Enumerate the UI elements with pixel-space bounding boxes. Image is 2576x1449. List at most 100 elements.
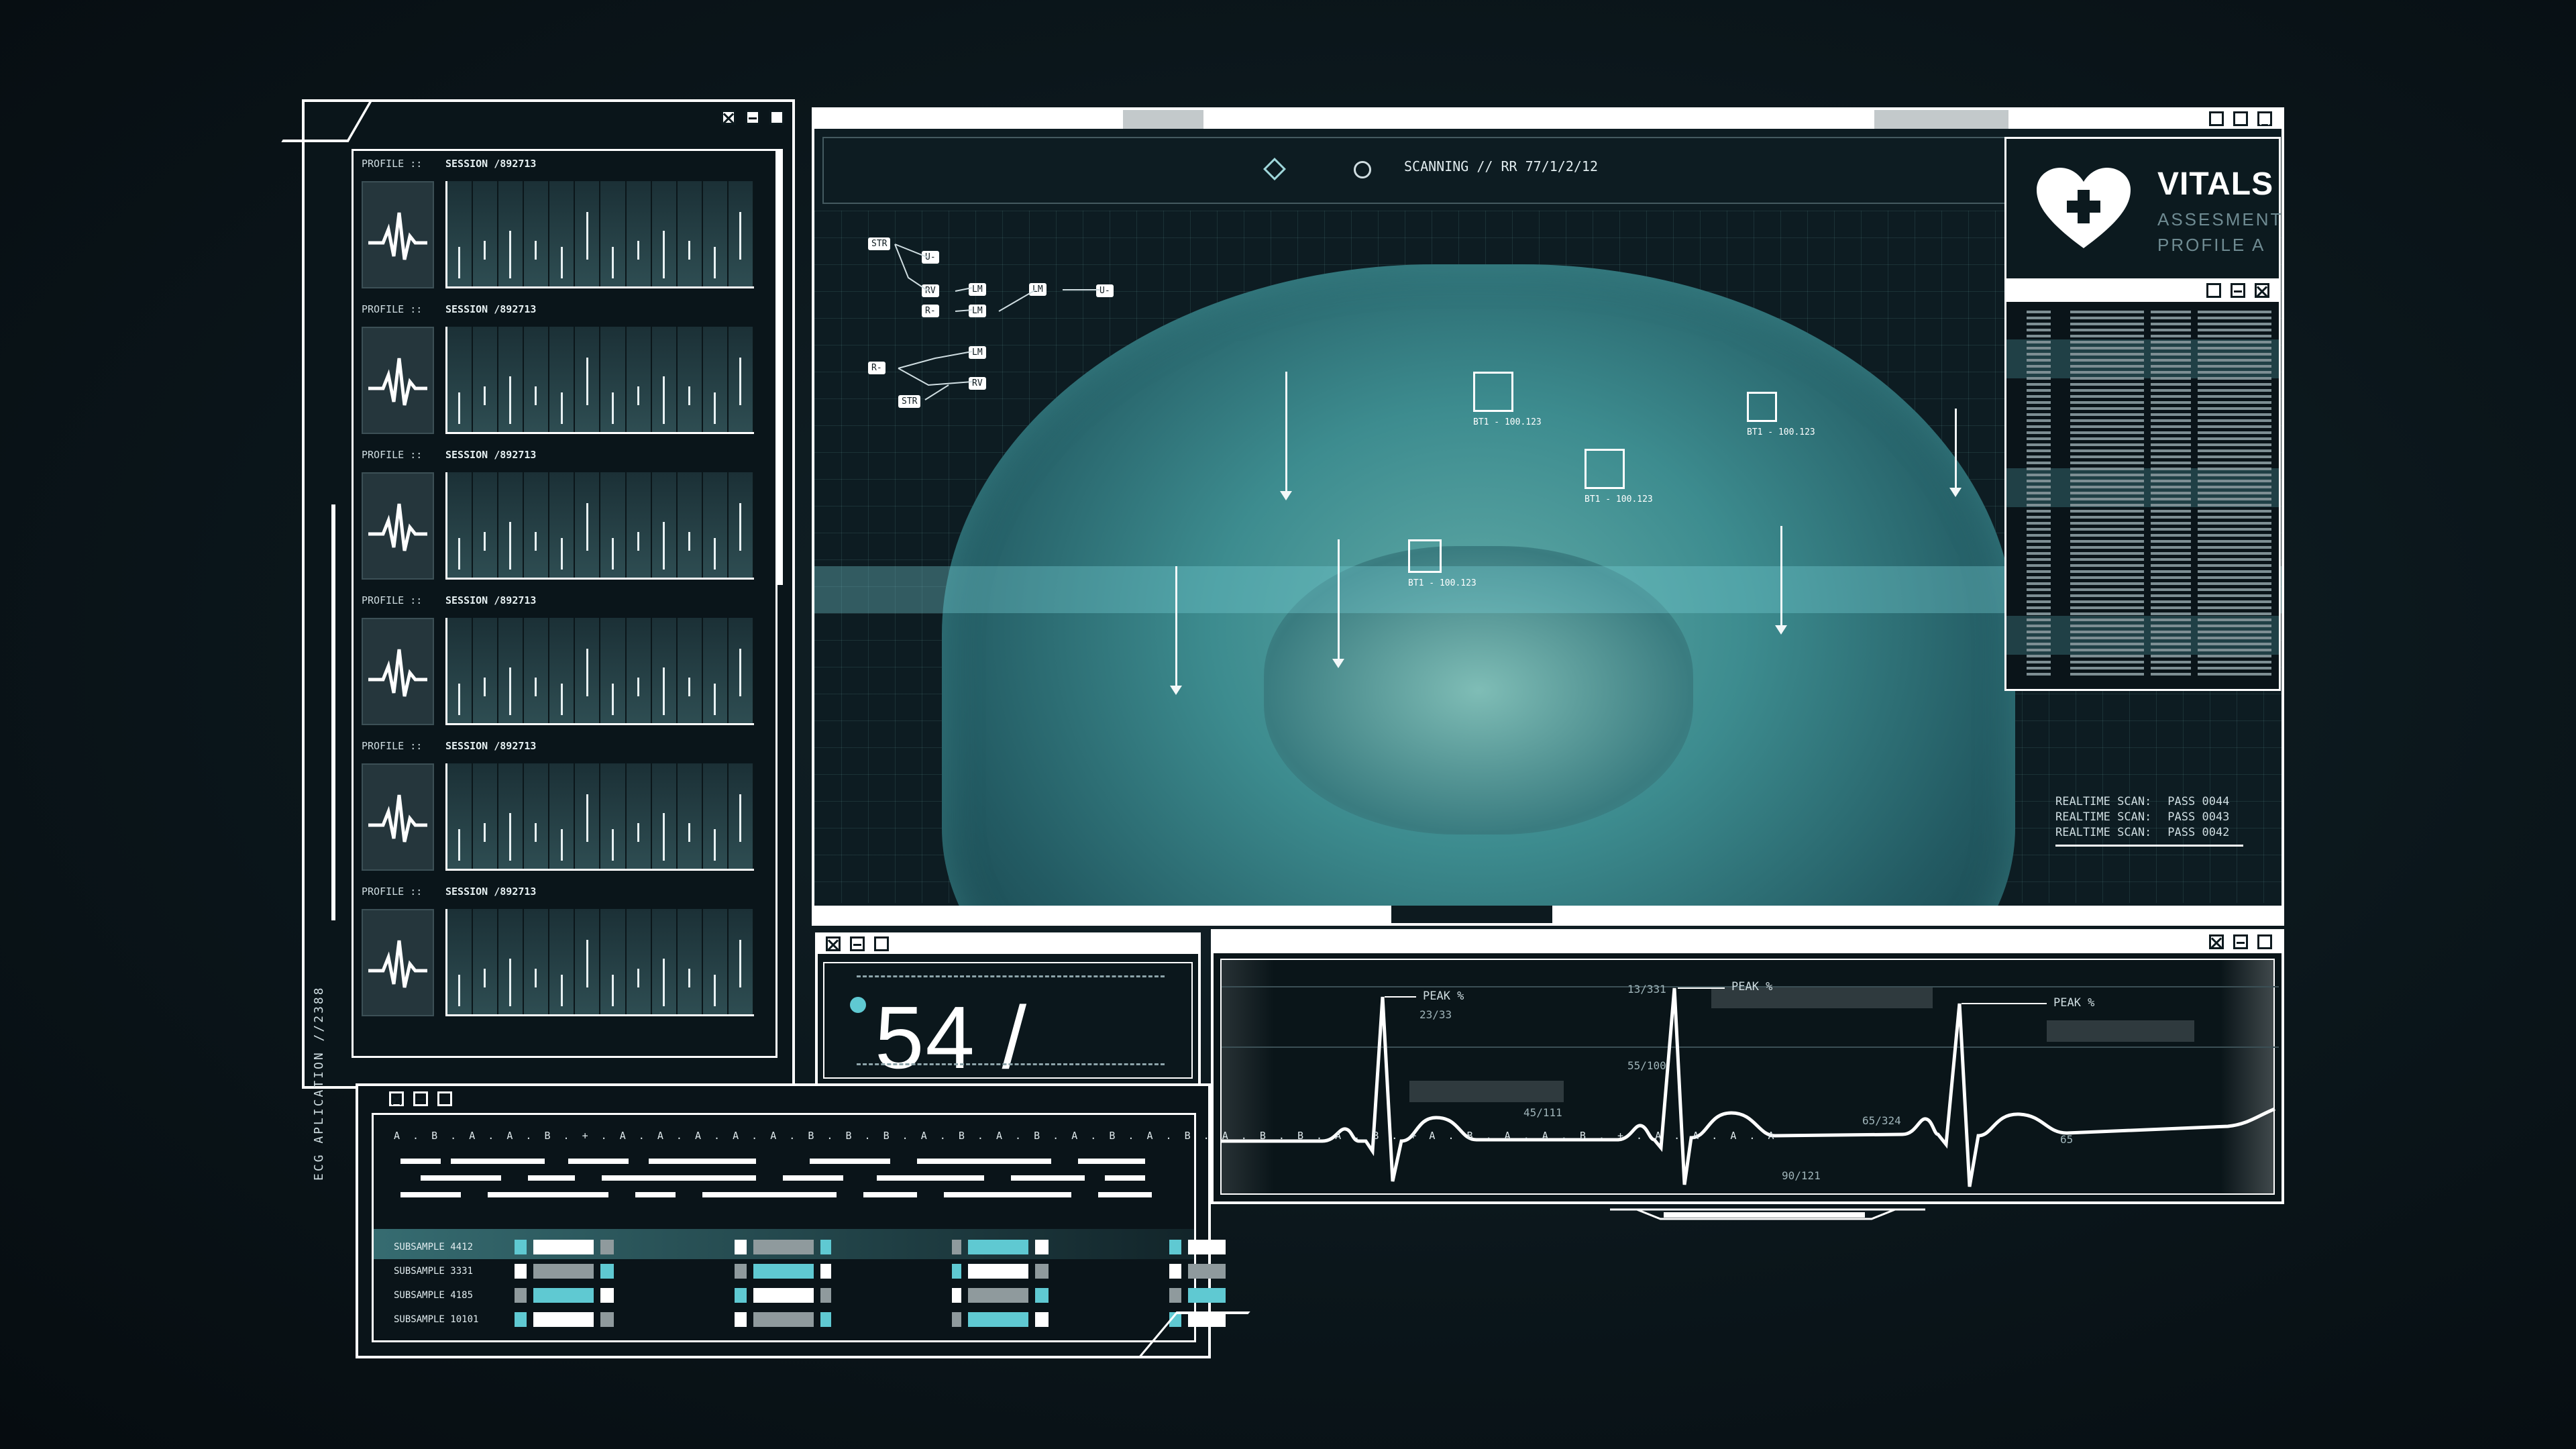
ecg-titlebar[interactable] bbox=[1214, 932, 2282, 953]
close-icon[interactable] bbox=[721, 110, 736, 125]
ecg-waveform bbox=[1222, 986, 2279, 1187]
maximize-icon[interactable] bbox=[2257, 934, 2272, 949]
side-rail bbox=[331, 504, 335, 920]
data-cell bbox=[515, 1312, 527, 1327]
data-cell bbox=[621, 1264, 728, 1279]
subsample-table: A . B . A . A . B . + . A . A . A . A . … bbox=[372, 1113, 1774, 1342]
data-cell bbox=[735, 1288, 747, 1303]
minimize-icon[interactable] bbox=[413, 1091, 428, 1106]
session-bars bbox=[445, 763, 754, 871]
scan-target[interactable]: BT1 - 100.123 bbox=[1747, 392, 1815, 437]
data-cell bbox=[838, 1240, 945, 1254]
data-cell bbox=[1035, 1240, 1049, 1254]
data-cell bbox=[820, 1264, 831, 1279]
data-cell bbox=[515, 1240, 527, 1254]
subsample-label: SUBSAMPLE 10101 bbox=[394, 1314, 479, 1325]
heartbeat-icon bbox=[362, 763, 434, 871]
scan-target[interactable]: BT1 - 100.123 bbox=[1585, 449, 1653, 504]
data-cell bbox=[1169, 1264, 1181, 1279]
data-cell bbox=[621, 1288, 728, 1303]
maximize-icon[interactable] bbox=[2209, 111, 2224, 126]
down-arrow-icon bbox=[1949, 409, 1962, 497]
session-label: SESSION /892713 bbox=[445, 594, 537, 606]
data-cell bbox=[1188, 1288, 1226, 1303]
subsample-row[interactable]: SUBSAMPLE 10101 bbox=[394, 1309, 1232, 1330]
profile-list: PROFILE :: SESSION /892713 PROFILE :: SESSI… bbox=[352, 149, 777, 1058]
data-cell bbox=[533, 1264, 594, 1279]
close-icon[interactable] bbox=[389, 1091, 404, 1106]
data-cell bbox=[1055, 1240, 1163, 1254]
vitals-profile: PROFILE A bbox=[2157, 235, 2266, 255]
minimize-icon[interactable] bbox=[2233, 111, 2248, 126]
profile-session-row[interactable]: PROFILE :: SESSION /892713 bbox=[362, 303, 764, 437]
data-cell bbox=[1035, 1288, 1049, 1303]
minimize-icon[interactable] bbox=[2231, 283, 2245, 298]
scan-target[interactable]: BT1 - 100.123 bbox=[1408, 539, 1477, 588]
data-cell bbox=[968, 1288, 1028, 1303]
data-cell bbox=[753, 1312, 814, 1327]
maximize-icon[interactable] bbox=[769, 110, 784, 125]
session-label: SESSION /892713 bbox=[445, 885, 537, 898]
close-icon[interactable] bbox=[2209, 934, 2224, 949]
profile-label: PROFILE :: bbox=[362, 740, 423, 752]
profile-session-row[interactable]: PROFILE :: SESSION /892713 bbox=[362, 158, 764, 292]
profile-session-row[interactable]: PROFILE :: SESSION /892713 bbox=[362, 594, 764, 729]
target-label: BT1 - 100.123 bbox=[1408, 578, 1477, 588]
scan-target[interactable]: BT1 - 100.123 bbox=[1473, 372, 1542, 427]
subsample-row[interactable]: SUBSAMPLE 3331 bbox=[394, 1261, 1232, 1281]
session-bars bbox=[445, 181, 754, 288]
vitals-subtitle: ASSESMENT bbox=[2157, 209, 2284, 229]
data-cell bbox=[621, 1312, 728, 1327]
collapse-tab[interactable] bbox=[1391, 906, 1552, 923]
profile-session-row[interactable]: PROFILE :: SESSION /892713 bbox=[362, 740, 764, 874]
dashed-rule bbox=[857, 1063, 1165, 1065]
data-column bbox=[2151, 311, 2191, 676]
profile-session-row[interactable]: PROFILE :: SESSION /892713 bbox=[362, 885, 764, 1020]
data-cell bbox=[1055, 1312, 1163, 1327]
maximize-icon[interactable] bbox=[874, 936, 889, 951]
minimize-icon[interactable] bbox=[745, 110, 760, 125]
down-arrow-icon bbox=[1775, 526, 1787, 635]
target-reticle-icon bbox=[1408, 539, 1442, 573]
readout-titlebar[interactable] bbox=[818, 935, 1198, 954]
realtime-row: REALTIME SCAN: PASS 0044 bbox=[2055, 795, 2230, 808]
down-arrow-icon bbox=[1280, 372, 1292, 500]
session-label: SESSION /892713 bbox=[445, 303, 537, 315]
node-connectors bbox=[894, 244, 1099, 400]
maximize-icon[interactable] bbox=[437, 1091, 452, 1106]
subsample-row[interactable]: SUBSAMPLE 4412 bbox=[394, 1237, 1232, 1257]
minimize-icon[interactable] bbox=[850, 936, 865, 951]
data-cell bbox=[515, 1288, 527, 1303]
session-label: SESSION /892713 bbox=[445, 449, 537, 461]
minimize-icon[interactable] bbox=[2233, 934, 2248, 949]
data-cell bbox=[735, 1312, 747, 1327]
subsample-data-panel: A . B . A . A . B . + . A . A . A . A . … bbox=[356, 1083, 1774, 1358]
close-icon[interactable] bbox=[2255, 283, 2269, 298]
data-cell bbox=[968, 1240, 1028, 1254]
data-cell bbox=[838, 1312, 945, 1327]
data-cell bbox=[952, 1240, 961, 1254]
data-cell bbox=[600, 1240, 614, 1254]
close-icon[interactable] bbox=[826, 936, 841, 951]
subsample-row[interactable]: SUBSAMPLE 4185 bbox=[394, 1285, 1232, 1305]
data-cell bbox=[735, 1264, 747, 1279]
data-window-controls bbox=[389, 1091, 452, 1106]
profile-session-row[interactable]: PROFILE :: SESSION /892713 bbox=[362, 449, 764, 583]
subsample-label: SUBSAMPLE 3331 bbox=[394, 1266, 474, 1277]
ecg-bottom-handle[interactable] bbox=[1610, 1204, 1945, 1224]
close-icon[interactable] bbox=[2257, 111, 2272, 126]
percentage-readout: 54 / 98% bbox=[815, 932, 1201, 1171]
vitals-data-titlebar[interactable] bbox=[2006, 280, 2279, 302]
target-label: BT1 - 100.123 bbox=[1747, 427, 1815, 437]
maximize-icon[interactable] bbox=[2206, 283, 2221, 298]
data-cell bbox=[1035, 1312, 1049, 1327]
scanning-status: SCANNING // RR 77/1/2/12 bbox=[1404, 158, 1598, 174]
data-cell bbox=[600, 1312, 614, 1327]
data-cell bbox=[753, 1288, 814, 1303]
data-column bbox=[2027, 311, 2051, 676]
peak-label: PEAK % bbox=[2053, 996, 2095, 1010]
vitals-title: VITALS bbox=[2157, 166, 2274, 202]
data-cell bbox=[968, 1312, 1028, 1327]
data-cell bbox=[838, 1288, 945, 1303]
data-cell bbox=[952, 1264, 961, 1279]
